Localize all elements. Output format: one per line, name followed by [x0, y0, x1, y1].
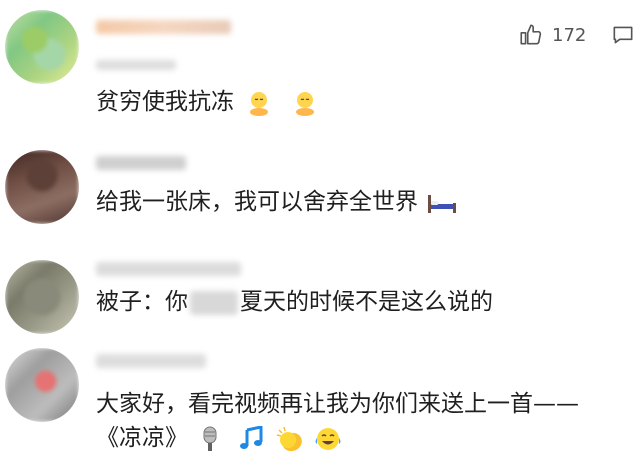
comment-text: 《凉凉》 [96, 422, 343, 454]
comment-item: 被子：你 夏天的时候不是这么说的 [0, 250, 639, 340]
comment-text-content: 大家好，看完视频再让我为你们来送上一首—— [96, 391, 579, 417]
username[interactable] [96, 262, 241, 276]
thumbs-up-icon [520, 24, 542, 45]
comment-bubble-icon [613, 26, 633, 44]
reply-button[interactable] [610, 22, 636, 52]
comment-item: 给我一张床，我可以舍弃全世界 [0, 140, 639, 250]
comment-text: 贫穷使我抗冻 [96, 86, 319, 118]
comment-text: 大家好，看完视频再让我为你们来送上一首—— [96, 388, 579, 420]
like-button[interactable]: 172 [518, 22, 586, 48]
comment-text-content: 被子：你 [96, 289, 188, 315]
like-count: 172 [552, 24, 587, 46]
comment-text-content: 夏天的时候不是这么说的 [240, 289, 493, 315]
bed-emoji-icon [428, 194, 457, 213]
laughing-tears-emoji-icon [315, 427, 341, 450]
avatar[interactable] [5, 150, 79, 224]
comment-text-content: 《凉凉》 [96, 425, 188, 451]
timestamp [96, 60, 176, 70]
cold-face-emoji-icon [295, 91, 314, 116]
comment-text-content: 给我一张床，我可以舍弃全世界 [96, 189, 418, 215]
username[interactable] [96, 20, 231, 34]
avatar[interactable] [5, 260, 79, 334]
comment-item: 172 贫穷使我抗冻 [0, 0, 639, 140]
username[interactable] [96, 354, 206, 368]
clapping-hands-emoji-icon [276, 426, 302, 451]
username[interactable] [96, 156, 186, 170]
avatar[interactable] [5, 348, 79, 422]
comment-text: 给我一张床，我可以舍弃全世界 [96, 186, 458, 218]
avatar[interactable] [5, 10, 79, 84]
music-note-emoji-icon [239, 425, 263, 449]
comment-text: 被子：你 夏天的时候不是这么说的 [96, 286, 493, 318]
redacted-text [190, 290, 238, 315]
cold-face-emoji-icon [250, 91, 269, 116]
comment-item: 大家好，看完视频再让我为你们来送上一首—— 《凉凉》 [0, 340, 639, 458]
comment-text-content: 贫穷使我抗冻 [96, 89, 234, 115]
microphone-emoji-icon [203, 426, 217, 451]
